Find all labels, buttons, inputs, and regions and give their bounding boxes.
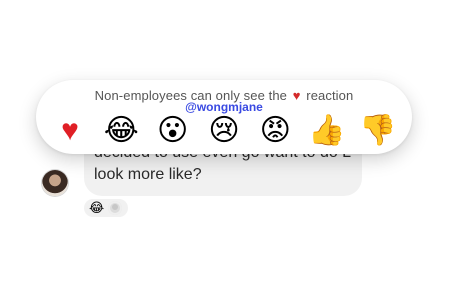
thumbs-up-icon: 👍 <box>307 114 346 147</box>
angry-face-icon: 😡 <box>259 114 291 147</box>
reaction-angry-button[interactable]: 😡 <box>255 113 295 149</box>
sender-avatar[interactable] <box>42 170 68 196</box>
watermark-handle: @wongmjane <box>185 100 263 114</box>
reaction-thumbs-down-button[interactable]: 👎 <box>358 113 398 149</box>
thumbs-down-icon: 👎 <box>359 114 397 147</box>
message-reactions[interactable]: 😂 <box>84 199 128 217</box>
reaction-heart-button[interactable]: ♥ <box>50 113 90 149</box>
reaction-wow-button[interactable]: 😮 <box>153 113 193 149</box>
message-text-line-2: look more like? <box>94 166 202 183</box>
face-with-tears-of-joy-icon: 😂 <box>103 114 139 147</box>
reaction-picker: Non-employees can only see the ♥ reactio… <box>36 80 412 154</box>
reaction-options: ♥ 😂 😮 😢 😡 👍 👎 <box>50 113 398 149</box>
reactor-avatar <box>108 201 122 215</box>
chat-screen: decided to use even go want to do L look… <box>0 0 450 300</box>
reaction-sad-button[interactable]: 😢 <box>204 113 244 149</box>
face-with-tears-of-joy-icon: 😂 <box>89 200 105 215</box>
heart-icon: ♥ <box>61 114 79 147</box>
crying-face-icon: 😢 <box>208 114 240 147</box>
reaction-thumbs-up-button[interactable]: 👍 <box>307 113 347 149</box>
reaction-laugh-button[interactable]: 😂 <box>101 113 141 149</box>
face-with-open-mouth-icon: 😮 <box>157 114 189 147</box>
